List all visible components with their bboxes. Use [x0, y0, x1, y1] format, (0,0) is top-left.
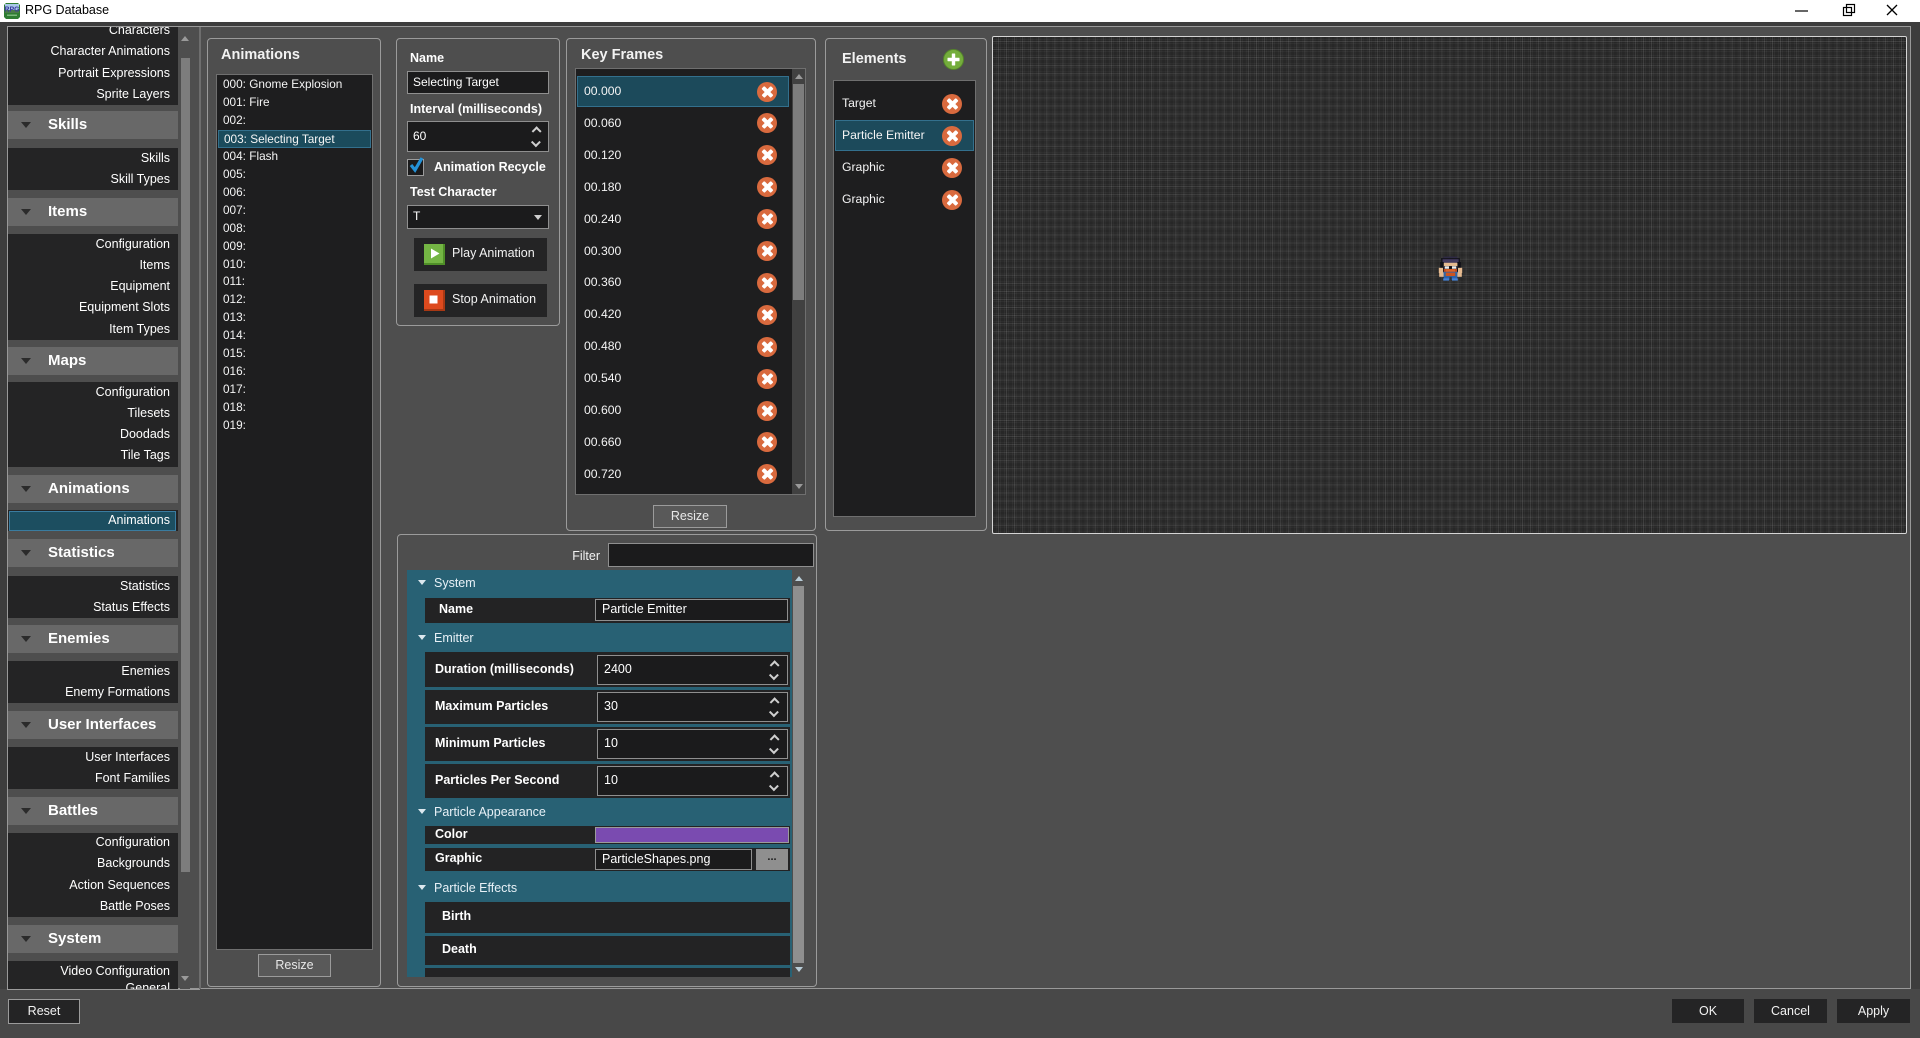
svg-text:RPG: RPG [4, 7, 20, 14]
